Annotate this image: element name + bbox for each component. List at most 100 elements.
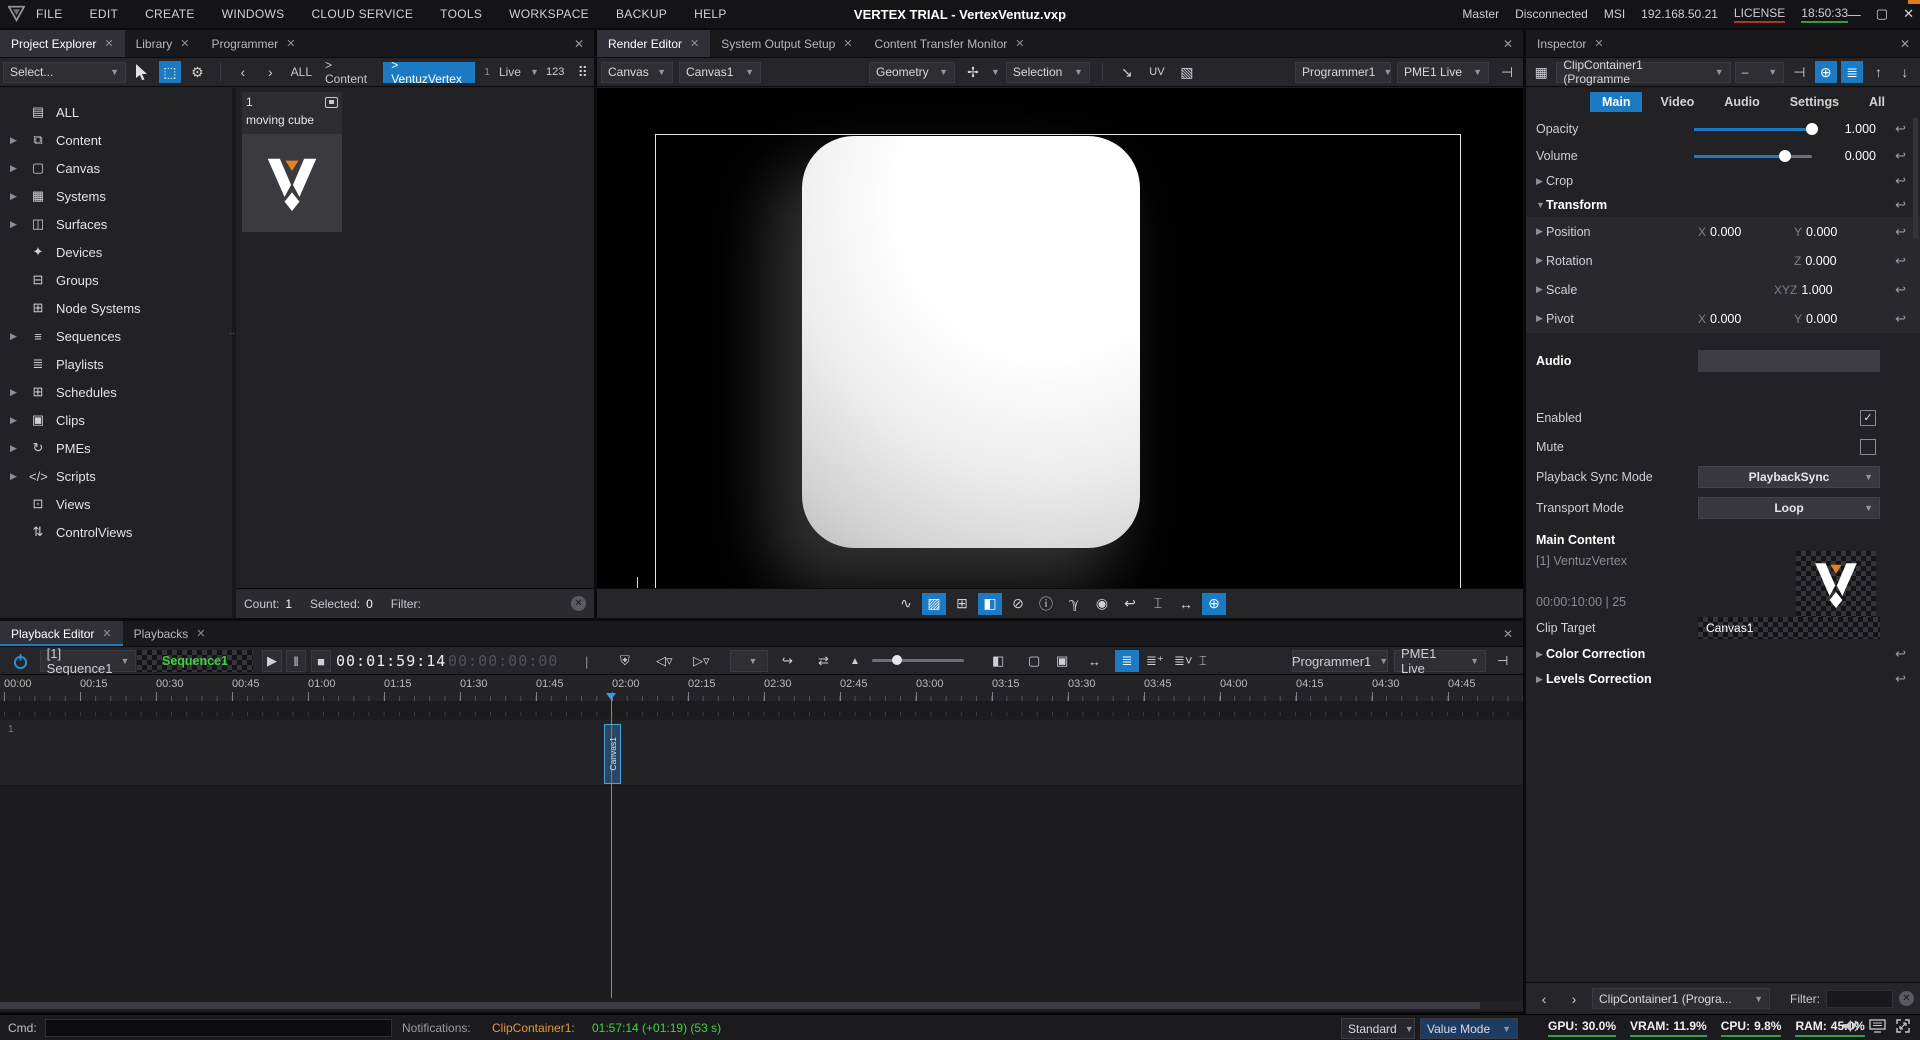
reset-levels-correction-icon[interactable]: ↩ (1895, 671, 1906, 687)
maximize-button[interactable]: ▢ (1876, 6, 1888, 22)
scroll-down-button[interactable]: ↓ (1894, 61, 1916, 83)
tree-item-surfaces[interactable]: ▶◫Surfaces (0, 210, 232, 238)
edit-cursor-icon[interactable]: ⌶ (1199, 650, 1207, 672)
timeline-track-1[interactable]: 1 (0, 720, 1523, 786)
inspector-tab-video[interactable]: Video (1648, 92, 1706, 112)
enabled-checkbox[interactable]: ✓ (1860, 410, 1876, 426)
expand-arrow-icon[interactable]: ▶ (10, 219, 20, 230)
insert-clip-icon[interactable]: ↪ (782, 650, 793, 672)
info-icon[interactable]: ⓘ (1034, 593, 1058, 615)
position-y-value[interactable]: 0.000 (1806, 225, 1837, 239)
tree-item-playlists[interactable]: ≣Playlists (0, 350, 232, 378)
inspector-mode-icon[interactable]: ▦ (1530, 61, 1552, 83)
expand-arrow-icon[interactable]: ▶ (10, 387, 20, 398)
tab-programmer[interactable]: Programmer✕ (201, 30, 307, 57)
reset-crop-icon[interactable]: ↩ (1895, 173, 1906, 189)
transform-section[interactable]: ▼Transform ↩ (1526, 193, 1920, 217)
tab-library[interactable]: Library✕ (125, 30, 201, 57)
close-tab-icon[interactable]: ✕ (196, 627, 205, 640)
minimize-button[interactable]: — (1848, 7, 1861, 22)
close-tab-icon[interactable]: ✕ (1594, 37, 1603, 50)
dual-view-icon[interactable]: ◧ (978, 593, 1002, 615)
standard-dropdown[interactable]: Standard▼ (1341, 1018, 1415, 1039)
frame-select-button[interactable]: ▧ (1175, 61, 1199, 83)
position-x-value[interactable]: 0.000 (1710, 225, 1741, 239)
shear-tool-button[interactable]: ↘ (1115, 61, 1139, 83)
close-tab-icon[interactable]: ✕ (180, 37, 189, 50)
numeric-view-button[interactable]: 123 (544, 61, 567, 83)
render-viewport[interactable] (597, 88, 1523, 588)
playback-sync-dropdown[interactable]: PlaybackSync▼ (1698, 466, 1880, 488)
close-tab-icon[interactable]: ✕ (1015, 37, 1024, 50)
scroll-up-button[interactable]: ↑ (1867, 61, 1889, 83)
next-object-button[interactable]: › (1562, 988, 1586, 1010)
mute-checkbox[interactable] (1860, 439, 1876, 455)
geometry-mode-dropdown[interactable]: Geometry▼ (869, 62, 955, 83)
fit-timeline-icon[interactable]: ↔ (1088, 650, 1101, 672)
stop-button[interactable]: ■ (311, 650, 331, 672)
live-mode-dropdown[interactable]: Live (495, 65, 525, 79)
pause-button[interactable]: ‖ (286, 650, 306, 672)
add-track-icon[interactable]: ≣⁺ (1146, 650, 1164, 672)
tab-content-transfer-monitor[interactable]: Content Transfer Monitor✕ (864, 30, 1036, 57)
tab-project-explorer[interactable]: Project Explorer✕ (0, 30, 125, 57)
programmer-dropdown[interactable]: Programmer1▼ (1295, 62, 1391, 83)
property-list-button[interactable]: ≣ (1841, 61, 1863, 83)
reset-rotation-icon[interactable]: ↩ (1895, 253, 1906, 269)
inspector-scrollbar[interactable] (1913, 118, 1918, 238)
value-mode-dropdown[interactable]: Value Mode▼ (1420, 1018, 1518, 1039)
reset-opacity-icon[interactable]: ↩ (1895, 121, 1906, 137)
playback-pme-dropdown[interactable]: PME1 Live▼ (1394, 650, 1486, 672)
close-button[interactable]: ✕ (1903, 6, 1914, 22)
breadcrumb-current[interactable]: > VentuzVertex (383, 62, 475, 83)
notification-source[interactable]: ClipContainer1: (492, 1021, 575, 1035)
position-row[interactable]: ▶Position X0.000 Y0.000 ↩ (1526, 217, 1920, 246)
grid-view-button[interactable]: ⠿ (571, 61, 594, 83)
inspector-tab-main[interactable]: Main (1590, 92, 1642, 112)
crop-section[interactable]: ▶Crop ↩ (1526, 169, 1920, 193)
timeline-clip-canvas1[interactable]: Canvas1 (604, 724, 621, 784)
marker-dropdown[interactable]: ▼ (730, 650, 768, 672)
expand-arrow-icon[interactable]: ▶ (10, 443, 20, 454)
select-dropdown[interactable]: Select...▼ (3, 62, 126, 83)
tab-render-editor[interactable]: Render Editor✕ (597, 30, 710, 57)
add-cue-icon[interactable]: ⛨ (620, 650, 630, 672)
inspector-filter-input[interactable] (1826, 990, 1893, 1008)
frame-selection-icon[interactable]: ▣ (1056, 650, 1068, 672)
move-tool-button[interactable]: ✢ (961, 61, 985, 83)
volume-value[interactable]: 0.000 (1845, 149, 1876, 163)
uv-mode-button[interactable]: UV (1145, 61, 1169, 83)
levels-correction-section[interactable]: ▶Levels Correction ↩ (1526, 667, 1920, 691)
prev-object-button[interactable]: ‹ (1532, 988, 1556, 1010)
content-card-moving-cube[interactable]: 1 moving cube (242, 92, 342, 232)
nav-back-button[interactable]: ‹ (232, 61, 255, 83)
next-marker-icon[interactable]: ▷▿ (693, 650, 710, 672)
frame-all-icon[interactable]: ▢ (1028, 650, 1040, 672)
settings-gear-button[interactable]: ⚙ (186, 61, 209, 83)
selection-mode-dropdown[interactable]: Selection▼ (1006, 62, 1090, 83)
timeline-ruler[interactable]: 00:0000:1500:3000:4501:0001:1501:3001:45… (0, 675, 1523, 701)
pivot-x-value[interactable]: 0.000 (1710, 312, 1741, 326)
canvas-type-dropdown[interactable]: Canvas▼ (601, 62, 673, 83)
close-tab-icon[interactable]: ✕ (690, 37, 699, 50)
reset-view-icon[interactable]: ↩ (1118, 593, 1142, 615)
cursor-tool-button[interactable] (131, 61, 154, 83)
tree-item-clips[interactable]: ▶▣Clips (0, 406, 232, 434)
performance-icon[interactable]: ℽ (1062, 593, 1086, 615)
tree-item-devices[interactable]: ✦Devices (0, 238, 232, 266)
center-view-icon[interactable]: ⌶ (1146, 593, 1170, 615)
tab-inspector[interactable]: Inspector✕ (1526, 30, 1615, 57)
inspector-tab-all[interactable]: All (1857, 92, 1897, 112)
expand-arrow-icon[interactable]: ▶ (10, 331, 20, 342)
inspected-object-dropdown[interactable]: ClipContainer1 (Programme▼ (1556, 62, 1730, 83)
disable-overlays-icon[interactable]: ⊘ (1006, 593, 1030, 615)
clear-filter-button[interactable]: ✕ (571, 596, 586, 611)
tree-item-scripts[interactable]: ▶</>Scripts (0, 462, 232, 490)
grid-icon[interactable]: ⊞ (950, 593, 974, 615)
reset-color-correction-icon[interactable]: ↩ (1895, 646, 1906, 662)
speaker-icon[interactable] (1843, 1019, 1859, 1033)
pivot-row[interactable]: ▶Pivot X0.000 Y0.000 ↩ (1526, 304, 1920, 333)
scale-row[interactable]: ▶Scale XYZ1.000 ↩ (1526, 275, 1920, 304)
inspector-tab-settings[interactable]: Settings (1778, 92, 1851, 112)
inspector-tab-audio[interactable]: Audio (1712, 92, 1771, 112)
